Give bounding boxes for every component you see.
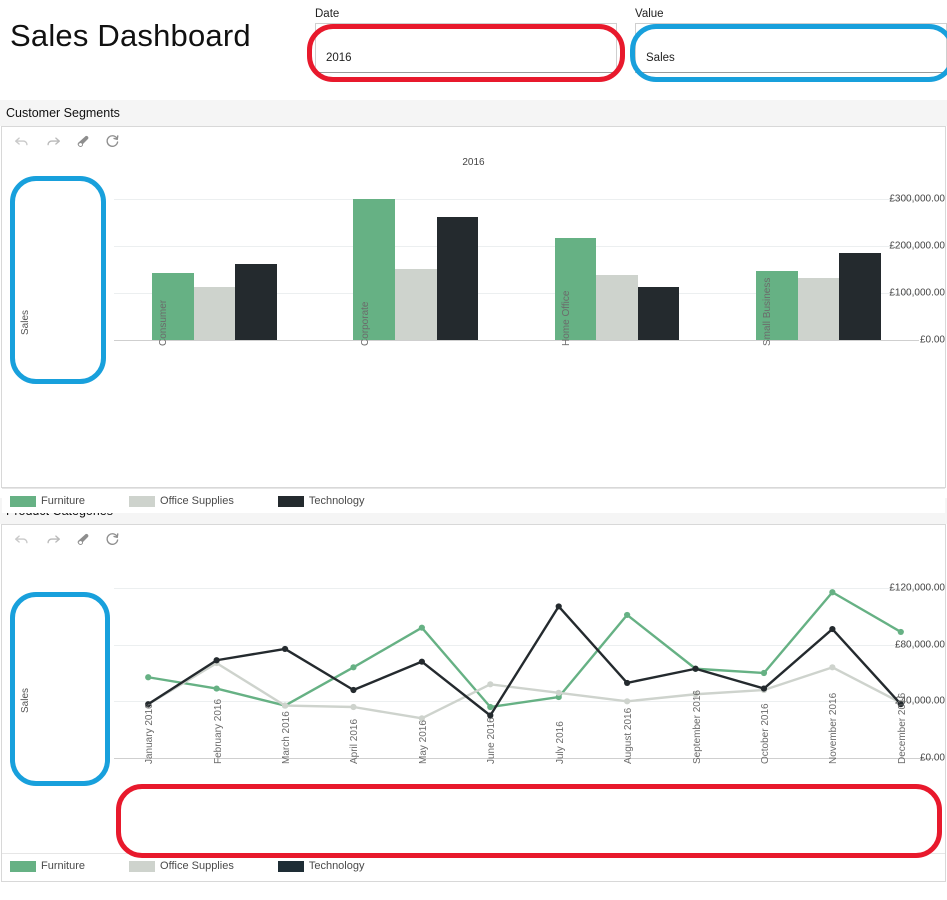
chart-gridline — [114, 199, 919, 200]
x-axis-tick-label: Corporate — [360, 302, 371, 346]
legend-swatch-furniture — [10, 496, 36, 507]
legend-label-technology: Technology — [309, 495, 365, 507]
x-axis-tick-label: April 2016 — [349, 719, 360, 764]
reset-icon[interactable] — [104, 531, 121, 548]
chart2-toolbar — [2, 525, 945, 553]
highlighter-icon[interactable] — [74, 531, 91, 548]
chart-gridline — [114, 246, 919, 247]
redo-icon[interactable] — [44, 133, 61, 150]
legend-swatch-office-supplies — [129, 861, 155, 872]
x-axis-tick-label: December 2016 — [897, 693, 908, 764]
x-axis-tick-label: Consumer — [158, 300, 169, 346]
parameter-value: Value Sales — [635, 8, 947, 73]
legend-swatch-furniture — [10, 861, 36, 872]
legend-label-furniture: Furniture — [41, 495, 85, 507]
bar-technology[interactable] — [437, 217, 479, 340]
chart1-legend: Furniture Office Supplies Technology — [2, 488, 945, 513]
parameter-value-input[interactable]: Sales — [635, 23, 947, 73]
chart1-y-axis-label: Sales — [20, 310, 31, 335]
x-axis-tick-label: June 2016 — [486, 717, 497, 764]
x-axis-tick-label: October 2016 — [760, 703, 771, 764]
chart2-legend: Furniture Office Supplies Technology — [2, 853, 945, 878]
parameter-date-label: Date — [315, 8, 617, 20]
x-axis-tick-label: May 2016 — [418, 720, 429, 764]
x-axis-tick-label: August 2016 — [623, 708, 634, 764]
y-axis-tick-label: £200,000.00 — [841, 241, 945, 252]
undo-icon[interactable] — [14, 531, 31, 548]
bar-technology[interactable] — [638, 287, 680, 340]
panel-product-categories: Sales £0.00£40,000.00£80,000.00£120,000.… — [1, 524, 946, 882]
bar-office-supplies[interactable] — [395, 269, 437, 340]
legend-swatch-technology — [278, 861, 304, 872]
highlighter-icon[interactable] — [74, 133, 91, 150]
reset-icon[interactable] — [104, 133, 121, 150]
legend-label-office-supplies: Office Supplies — [160, 860, 234, 872]
redo-icon[interactable] — [44, 531, 61, 548]
bar-office-supplies[interactable] — [194, 287, 236, 340]
undo-icon[interactable] — [14, 133, 31, 150]
x-axis-tick-label: January 2016 — [144, 703, 155, 764]
legend-swatch-office-supplies — [129, 496, 155, 507]
chart1-toolbar — [2, 127, 945, 155]
x-axis-tick-label: Small Business — [762, 278, 773, 346]
legend-item-furniture[interactable]: Furniture — [10, 495, 129, 507]
parameter-date: Date 2016 — [315, 8, 617, 73]
x-axis-tick-label: Home Office — [561, 291, 572, 346]
legend-label-office-supplies: Office Supplies — [160, 495, 234, 507]
legend-item-technology[interactable]: Technology — [278, 495, 409, 507]
x-axis-tick-label: July 2016 — [555, 721, 566, 764]
legend-label-technology: Technology — [309, 860, 365, 872]
panel-customer-segments: 2016 Sales £0.00£100,000.00£200,000.00£3… — [1, 126, 946, 488]
panel-title-customer-segments: Customer Segments — [0, 100, 947, 126]
legend-item-technology[interactable]: Technology — [278, 860, 409, 872]
x-axis-tick-label: February 2016 — [213, 699, 224, 764]
y-axis-tick-label: £300,000.00 — [841, 194, 945, 205]
x-axis-tick-label: November 2016 — [828, 693, 839, 764]
bar-technology[interactable] — [839, 253, 881, 340]
legend-item-office-supplies[interactable]: Office Supplies — [129, 860, 278, 872]
x-axis-tick-label: March 2016 — [281, 711, 292, 764]
bar-office-supplies[interactable] — [798, 278, 840, 340]
legend-swatch-technology — [278, 496, 304, 507]
bar-chart-customer-segments: 2016 Sales £0.00£100,000.00£200,000.00£3… — [2, 155, 945, 488]
chart1-title: 2016 — [2, 157, 945, 168]
legend-item-office-supplies[interactable]: Office Supplies — [129, 495, 278, 507]
parameter-date-input[interactable]: 2016 — [315, 23, 617, 73]
parameter-value-label: Value — [635, 8, 947, 20]
dashboard-header: Sales Dashboard Date 2016 Value Sales — [0, 0, 947, 100]
bar-technology[interactable] — [235, 264, 277, 340]
legend-item-furniture[interactable]: Furniture — [10, 860, 129, 872]
chart-baseline — [114, 340, 919, 341]
x-axis-tick-label: September 2016 — [692, 690, 703, 764]
bar-office-supplies[interactable] — [596, 275, 638, 340]
page-title: Sales Dashboard — [10, 18, 251, 54]
legend-label-furniture: Furniture — [41, 860, 85, 872]
line-chart-product-categories: Sales £0.00£40,000.00£80,000.00£120,000.… — [2, 553, 945, 853]
